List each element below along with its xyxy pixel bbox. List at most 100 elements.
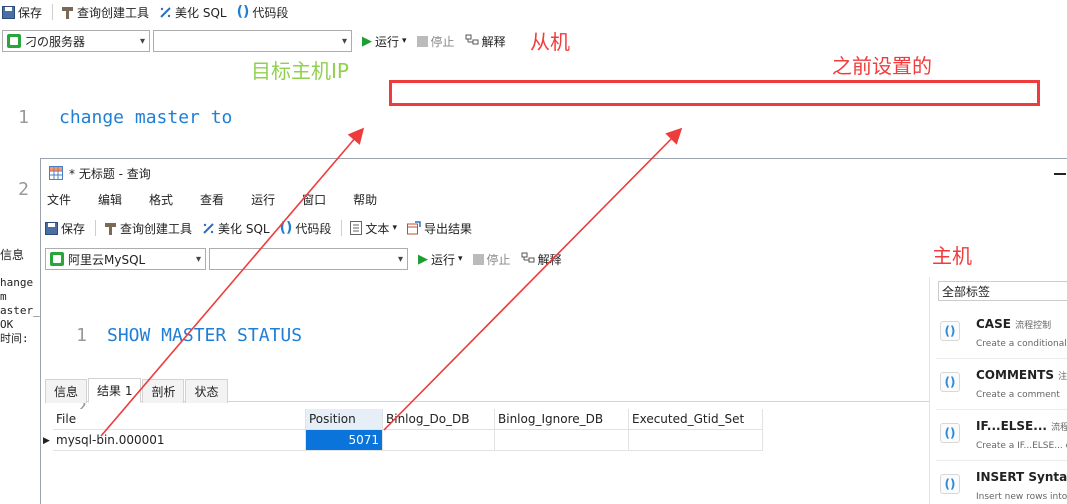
snippet-item[interactable]: () CASE 流程控制 Create a conditional <box>936 313 1067 359</box>
sql-editor[interactable]: 1 SHOW MASTER STATUS 2 <box>41 276 887 418</box>
save-label: 保存 <box>61 221 86 236</box>
tab-result-1[interactable]: 结果 1 <box>88 378 142 403</box>
cell-file[interactable]: mysql-bin.000001 <box>53 430 306 451</box>
connection-value: 阿里云MySQL <box>68 252 146 267</box>
run-button[interactable]: ▶ 运行 ▾ <box>418 251 463 268</box>
bg-stop-button[interactable]: 停止 <box>416 33 455 50</box>
line-number: 1 <box>76 325 87 346</box>
save-button[interactable]: 保存 <box>45 220 85 237</box>
tag-filter-value: 全部标签 <box>942 284 991 299</box>
bg-explain-button[interactable]: 解释 <box>465 33 506 50</box>
window-title: * 无标题 - 查询 <box>69 166 151 181</box>
snippet-icon: () <box>940 423 960 443</box>
chevron-down-icon: ▾ <box>139 35 145 47</box>
result-tabs: 信息 结果 1 剖析 状态 <box>45 378 929 403</box>
menu-help[interactable]: 帮助 <box>353 191 377 208</box>
connection-icon <box>7 34 21 48</box>
line-number: 1 <box>18 107 29 128</box>
column-header-binlog-do-db[interactable]: Binlog_Do_DB <box>383 409 495 430</box>
column-header-executed-gtid-set[interactable]: Executed_Gtid_Set <box>629 409 763 430</box>
save-icon <box>2 5 15 19</box>
bg-database-select[interactable]: ▾ <box>153 30 352 52</box>
chevron-down-icon: ▾ <box>458 254 463 264</box>
query-toolbar: 保存 查询创建工具 美化 SQL () 代码段 文本 ▾ 导出结果 <box>45 217 482 239</box>
tab-profile[interactable]: 剖析 <box>142 378 185 403</box>
editor-line: 1 SHOW MASTER STATUS <box>41 324 887 348</box>
menu-bar: 文件 编辑 格式 查看 运行 窗口 帮助 <box>41 189 404 209</box>
export-button[interactable]: 导出结果 <box>406 220 472 237</box>
menu-run[interactable]: 运行 <box>251 191 275 208</box>
bg-editor-line: 1 change master to <box>0 106 1067 130</box>
bg-connection-value: 刁の服务器 <box>25 34 86 49</box>
minimize-icon[interactable] <box>1054 173 1066 175</box>
toolbar-separator <box>341 220 343 236</box>
snippet-item[interactable]: () IF...ELSE... 流程控制 Create a IF...ELSE.… <box>936 415 1067 461</box>
snippet-name: INSERT Syntax <box>976 470 1067 484</box>
text-mode-button[interactable]: 文本 ▾ <box>350 220 397 237</box>
toolbar-separator <box>52 4 54 20</box>
row-pointer-icon: ▶ <box>43 435 50 446</box>
menu-view[interactable]: 查看 <box>200 191 224 208</box>
menu-window[interactable]: 窗口 <box>302 191 326 208</box>
menu-file[interactable]: 文件 <box>47 191 71 208</box>
stop-label: 停止 <box>486 252 511 267</box>
snippet-tag: 流程控制 <box>1051 423 1067 433</box>
cell-executed-gtid-set[interactable] <box>629 430 763 451</box>
connection-select[interactable]: 阿里云MySQL ▾ <box>45 248 206 270</box>
snippet-desc: Insert new rows into <box>976 492 1067 502</box>
bg-run-button[interactable]: ▶ 运行 ▾ <box>362 33 407 50</box>
menu-edit[interactable]: 编辑 <box>98 191 122 208</box>
snippet-icon: () <box>940 474 960 494</box>
annotation-slave: 从机 <box>530 30 570 54</box>
chevron-down-icon: ▾ <box>341 35 347 47</box>
chevron-down-icon: ▾ <box>402 36 407 46</box>
stop-button[interactable]: 停止 <box>472 251 511 268</box>
snippet-name: CASE <box>976 317 1011 331</box>
snippet-name: IF...ELSE... <box>976 419 1047 433</box>
snippet-tag: 流程控制 <box>1015 321 1052 331</box>
tag-filter-select[interactable]: 全部标签 <box>938 281 1067 301</box>
play-icon: ▶ <box>362 33 372 49</box>
column-header-binlog-ignore-db[interactable]: Binlog_Ignore_DB <box>495 409 629 430</box>
query-builder-button[interactable]: 查询创建工具 <box>104 220 192 237</box>
snippet-title: COMMENTS 注释 <box>976 368 1067 382</box>
info-tab-label: 信息 <box>0 248 25 262</box>
snippet-title: CASE 流程控制 <box>976 317 1051 331</box>
bg-save-button[interactable]: 保存 <box>2 4 42 21</box>
tab-status[interactable]: 状态 <box>185 378 228 403</box>
bg-connection-select[interactable]: 刁の服务器 ▾ <box>2 30 150 52</box>
database-select[interactable]: ▾ <box>209 248 408 270</box>
message-line: aster_l <box>0 304 42 317</box>
text-mode-label: 文本 <box>365 221 390 236</box>
column-header-position[interactable]: Position <box>306 409 383 430</box>
snippet-icon: () <box>940 372 960 392</box>
annotation-target-ip: 目标主机IP <box>251 59 349 83</box>
connection-bar: 阿里云MySQL ▾ ▾ ▶ 运行 ▾ 停止 解释 <box>45 247 572 271</box>
run-label: 运行 <box>431 252 456 267</box>
cell-binlog-do-db[interactable] <box>383 430 495 451</box>
chevron-down-icon: ▾ <box>397 253 403 265</box>
code-line: change master to <box>59 106 232 130</box>
bg-query-builder-button[interactable]: 查询创建工具 <box>61 4 149 21</box>
menu-format[interactable]: 格式 <box>149 191 173 208</box>
cell-binlog-ignore-db[interactable] <box>495 430 629 451</box>
query-window: * 无标题 - 查询 文件 编辑 格式 查看 运行 窗口 帮助 保存 查询创建工… <box>40 158 1067 504</box>
bg-snippet-button[interactable]: () 代码段 <box>237 4 289 21</box>
snippet-button[interactable]: () 代码段 <box>280 220 332 237</box>
column-header-file[interactable]: File <box>53 409 306 430</box>
snippet-desc: Create a comment <box>976 390 1060 400</box>
explain-button[interactable]: 解释 <box>521 251 562 268</box>
annotation-previously-set: 之前设置的 <box>832 54 932 78</box>
bg-snippet-label: 代码段 <box>252 5 289 20</box>
snippet-title: INSERT Syntax <box>976 470 1067 484</box>
snippet-item[interactable]: () INSERT Syntax Insert new rows into <box>936 466 1067 504</box>
snippet-name: COMMENTS <box>976 368 1054 382</box>
tab-info[interactable]: 信息 <box>45 378 88 403</box>
table-row[interactable]: ▶ mysql-bin.000001 5071 <box>43 430 763 451</box>
snippet-tag: 注释 <box>1058 372 1067 382</box>
snippet-item[interactable]: () COMMENTS 注释 Create a comment <box>936 364 1067 410</box>
beautify-button[interactable]: 美化 SQL <box>202 220 270 237</box>
bg-beautify-button[interactable]: 美化 SQL <box>159 4 227 21</box>
table-icon <box>49 166 63 180</box>
cell-position[interactable]: 5071 <box>306 430 383 451</box>
